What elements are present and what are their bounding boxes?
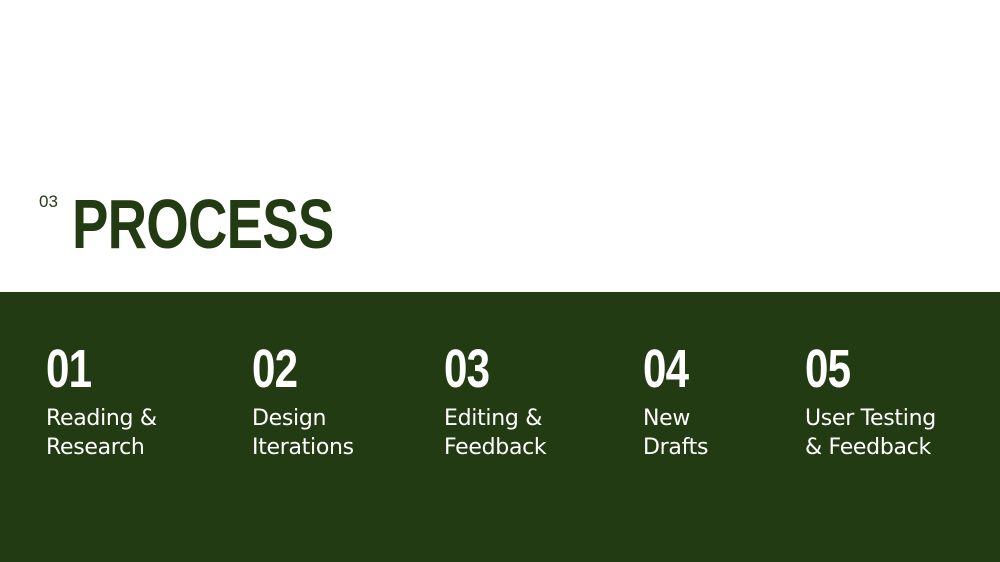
step-label-line-2: & Feedback: [805, 435, 931, 460]
step-label-line-2: Research: [46, 435, 145, 460]
process-step-3: 03 Editing & Feedback: [444, 338, 547, 462]
step-label-line-2: Drafts: [643, 435, 709, 460]
process-step-4: 04 New Drafts: [643, 338, 708, 462]
step-label-line-1: Reading &: [46, 406, 157, 431]
step-label-line-1: Design: [252, 406, 327, 431]
step-number: 05: [805, 339, 851, 399]
step-number: 01: [46, 339, 92, 399]
step-number: 02: [252, 339, 298, 399]
step-label-line-1: User Testing: [805, 406, 936, 431]
process-step-2: 02 Design Iterations: [252, 338, 354, 462]
step-label-line-2: Iterations: [252, 435, 354, 460]
step-number: 03: [444, 339, 490, 399]
step-label-line-1: New: [643, 406, 691, 431]
step-label-line-1: Editing &: [444, 406, 543, 431]
step-label-line-2: Feedback: [444, 435, 547, 460]
section-number: 03: [39, 192, 58, 211]
step-number: 04: [643, 339, 689, 399]
header-area: 03 PROCESS: [0, 0, 1000, 292]
process-step-1: 01 Reading & Research: [46, 338, 157, 462]
process-step-5: 05 User Testing & Feedback: [805, 338, 936, 462]
page-title: PROCESS: [72, 185, 334, 263]
